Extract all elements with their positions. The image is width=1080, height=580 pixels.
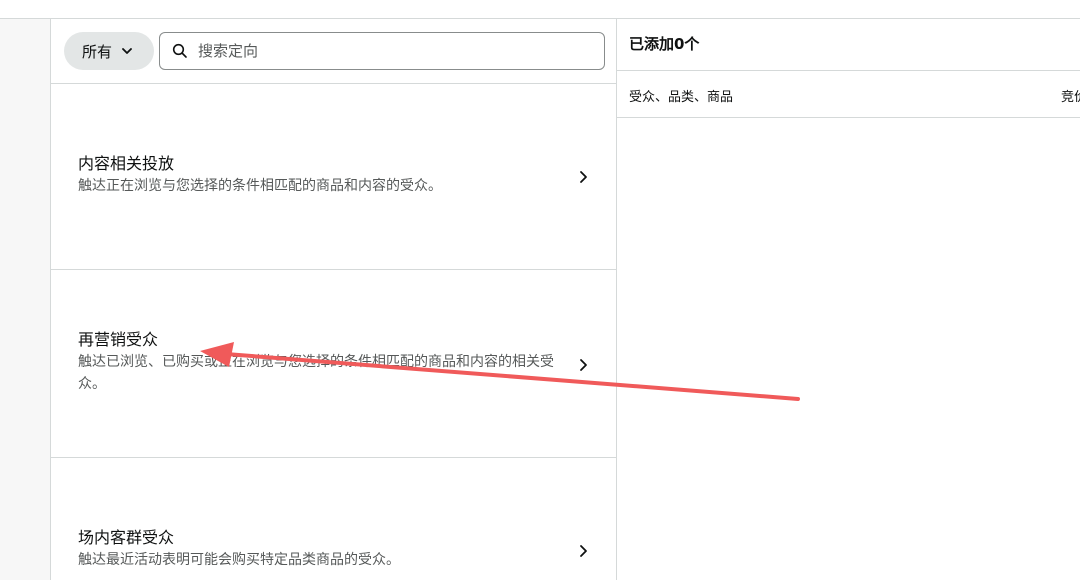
target-item-contextual[interactable]: 内容相关投放 触达正在浏览与您选择的条件相匹配的商品和内容的受众。 bbox=[51, 84, 616, 270]
chevron-right-icon bbox=[580, 545, 587, 557]
top-bar bbox=[0, 0, 1080, 19]
targeting-list-panel: 所有 内容相关投放 触达正在浏览与您选择的条件相匹配的商品和内容的受众。 再营销… bbox=[50, 19, 617, 580]
added-table-header: 受众、品类、商品 竞价 bbox=[617, 71, 1080, 118]
chevron-right-icon bbox=[580, 359, 587, 371]
target-item-text: 场内客群受众 触达最近活动表明可能会购买特定品类商品的受众。 bbox=[78, 527, 568, 571]
target-item-title: 再营销受众 bbox=[78, 330, 159, 349]
search-icon bbox=[172, 43, 187, 58]
search-input[interactable] bbox=[198, 42, 578, 60]
column-header-audience: 受众、品类、商品 bbox=[629, 90, 734, 105]
target-item-title: 场内客群受众 bbox=[78, 528, 175, 547]
added-targets-panel: 已添加0个 受众、品类、商品 竞价 bbox=[617, 19, 1080, 580]
filter-dropdown-label: 所有 bbox=[82, 42, 113, 61]
chevron-right-icon bbox=[580, 171, 587, 183]
chevron-down-icon bbox=[122, 48, 132, 54]
target-item-in-market[interactable]: 场内客群受众 触达最近活动表明可能会购买特定品类商品的受众。 bbox=[51, 458, 616, 580]
search-box[interactable] bbox=[159, 32, 605, 70]
added-count-title: 已添加0个 bbox=[617, 19, 1080, 71]
target-item-remarketing[interactable]: 再营销受众 触达已浏览、已购买或正在浏览与您选择的条件相匹配的商品和内容的相关受… bbox=[51, 270, 616, 458]
filter-dropdown[interactable]: 所有 bbox=[64, 32, 154, 70]
target-item-description: 触达正在浏览与您选择的条件相匹配的商品和内容的受众。 bbox=[78, 178, 442, 194]
target-item-description: 触达最近活动表明可能会购买特定品类商品的受众。 bbox=[78, 552, 400, 568]
search-row: 所有 bbox=[51, 19, 616, 84]
target-item-text: 内容相关投放 触达正在浏览与您选择的条件相匹配的商品和内容的受众。 bbox=[78, 153, 568, 197]
target-item-description: 触达已浏览、已购买或正在浏览与您选择的条件相匹配的商品和内容的相关受众。 bbox=[78, 354, 554, 392]
target-item-title: 内容相关投放 bbox=[78, 154, 175, 173]
column-header-bid: 竞价 bbox=[1061, 90, 1080, 105]
target-item-text: 再营销受众 触达已浏览、已购买或正在浏览与您选择的条件相匹配的商品和内容的相关受… bbox=[78, 329, 568, 395]
